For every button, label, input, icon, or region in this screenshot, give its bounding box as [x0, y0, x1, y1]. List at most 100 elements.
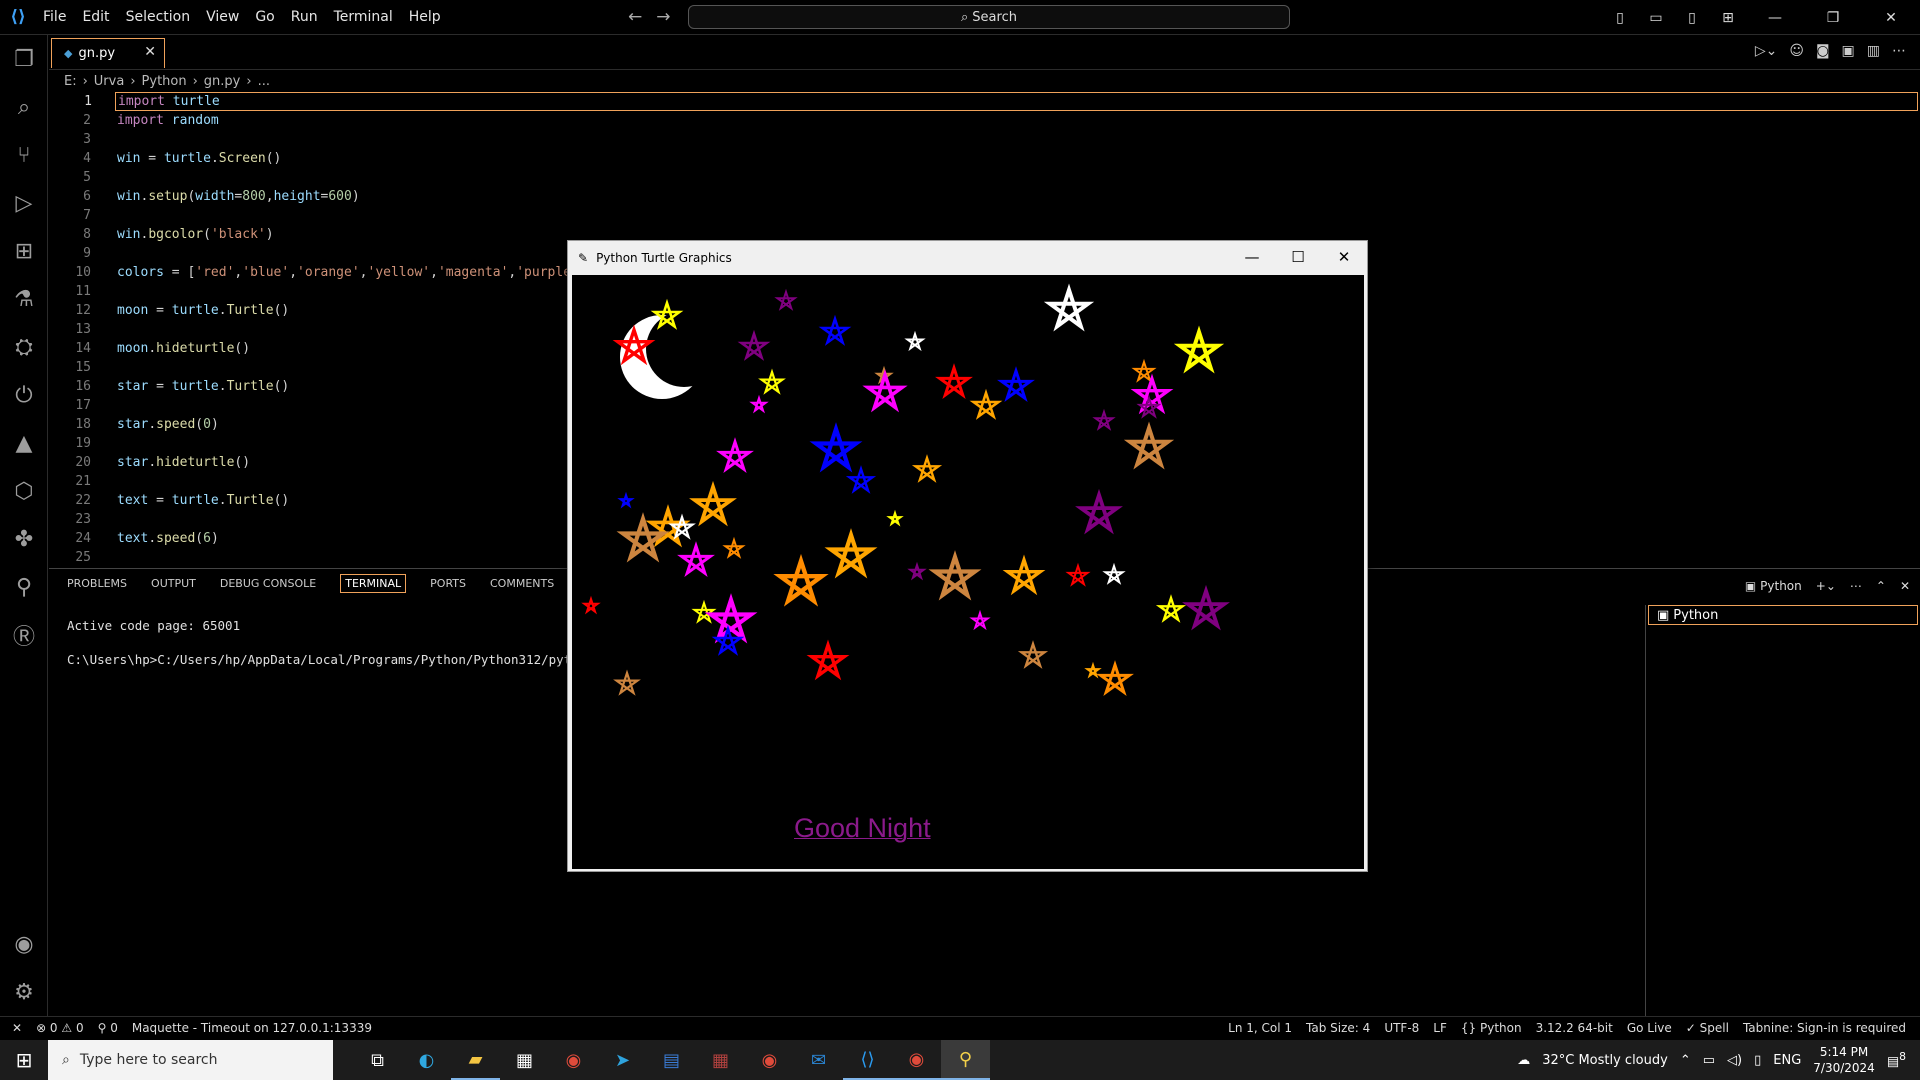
turtle-minimize-button[interactable]: — [1229, 241, 1275, 274]
open-changes-icon[interactable]: ▣ [1842, 43, 1855, 59]
status-item[interactable]: Tab Size: 4 [1306, 1021, 1370, 1035]
volume-icon[interactable]: ◁) [1727, 1053, 1742, 1068]
vscode-icon[interactable]: ⟨⟩ [843, 1040, 892, 1080]
toggle-panel-icon[interactable]: ▭ [1644, 10, 1668, 26]
code-line[interactable]: 5 [49, 168, 1920, 187]
panel-tab-debug-console[interactable]: DEBUG CONSOLE [220, 577, 316, 593]
restore-button[interactable]: ❐ [1810, 10, 1856, 26]
status-item[interactable]: UTF-8 [1384, 1021, 1419, 1035]
store-icon[interactable]: ▦ [500, 1040, 549, 1080]
notification-icon[interactable]: ▤8 [1887, 1050, 1906, 1069]
taskbar-search[interactable]: ⌕ Type here to search [48, 1040, 333, 1080]
breadcrumb-item[interactable]: E: [64, 74, 77, 89]
language[interactable]: ENG [1773, 1053, 1801, 1068]
menu-item-view[interactable]: View [206, 9, 239, 25]
status-item[interactable]: ✓ Spell [1686, 1021, 1729, 1035]
more-icon[interactable]: ⋯ [1850, 579, 1862, 593]
status-item[interactable]: ⚲ 0 [98, 1021, 118, 1035]
forward-arrow-icon[interactable]: → [656, 7, 670, 27]
code-line[interactable]: 2 import random [49, 111, 1920, 130]
winrar-icon[interactable]: ▦ [696, 1040, 745, 1080]
menu-item-terminal[interactable]: Terminal [334, 9, 393, 25]
status-item[interactable]: ✕ [12, 1021, 22, 1035]
status-item[interactable]: Tabnine: Sign-in is required [1743, 1021, 1906, 1035]
back-arrow-icon[interactable]: ← [628, 7, 642, 27]
network-icon[interactable]: ▭ [1703, 1053, 1715, 1068]
panel-tab-comments[interactable]: COMMENTS [490, 577, 554, 593]
clock[interactable]: 5:14 PM 7/30/2024 [1813, 1044, 1875, 1076]
cube-icon[interactable]: ⬡ [0, 467, 48, 515]
source-control-icon[interactable]: ⑂ [0, 131, 48, 179]
maximize-panel-icon[interactable]: ⌃ [1876, 579, 1886, 593]
python-icon[interactable]: ⚲ [0, 563, 48, 611]
breadcrumb-item[interactable]: Urva [94, 74, 125, 89]
menu-item-help[interactable]: Help [409, 9, 441, 25]
breadcrumb-item[interactable]: gn.py [204, 74, 241, 89]
breadcrumb-item[interactable]: ... [258, 74, 270, 89]
edge-icon[interactable]: ◐ [402, 1040, 451, 1080]
code-line[interactable]: 6 win.setup(width=800,height=600) [49, 187, 1920, 206]
terminal-list-item[interactable]: ▣ Python [1648, 605, 1918, 625]
remote-explorer-icon[interactable]: ⛭ [0, 323, 48, 371]
status-item[interactable]: ⊗ 0 ⚠ 0 [36, 1021, 84, 1035]
status-item[interactable]: LF [1433, 1021, 1447, 1035]
turtle-maximize-button[interactable]: ☐ [1275, 241, 1321, 274]
deploy-icon[interactable]: ▲ [0, 419, 48, 467]
toggle-secondary-sidebar-icon[interactable]: ▯ [1680, 10, 1704, 26]
menu-item-edit[interactable]: Edit [82, 9, 109, 25]
python-turtle-icon[interactable]: ⚲ [941, 1040, 990, 1080]
terminal-output[interactable]: Active code page: 65001 C:\Users\hp>C:/U… [67, 609, 609, 677]
chrome-3-icon[interactable]: ◉ [892, 1040, 941, 1080]
close-button[interactable]: ✕ [1868, 10, 1914, 26]
weather-text[interactable]: 32°C Mostly cloudy [1542, 1053, 1668, 1068]
menu-item-file[interactable]: File [43, 9, 66, 25]
tab-gn-py[interactable]: ◆ gn.py ✕ [51, 38, 165, 68]
status-item[interactable]: 3.12.2 64-bit [1536, 1021, 1613, 1035]
toggle-sidebar-icon[interactable]: ▯ [1608, 10, 1632, 26]
status-item[interactable]: Maquette - Timeout on 127.0.0.1:13339 [132, 1021, 372, 1035]
preview-icon[interactable]: ◙ [1816, 43, 1830, 59]
search-view-icon[interactable]: ⌕ [0, 83, 48, 131]
chrome-2-icon[interactable]: ◉ [745, 1040, 794, 1080]
split-editor-icon[interactable]: ▥ [1867, 43, 1880, 59]
code-line[interactable]: 1 import turtle [84, 92, 1918, 111]
terminal-name[interactable]: Python [1760, 579, 1802, 593]
file-explorer-icon[interactable]: ▰ [451, 1040, 500, 1080]
breadcrumb-item[interactable]: Python [142, 74, 187, 89]
command-center-search[interactable]: ⌕ Search [688, 5, 1290, 29]
turtle-graphics-window[interactable]: ✎ Python Turtle Graphics — ☐ ✕ Good Nigh… [567, 240, 1368, 872]
windows-start-icon[interactable]: ⊞ [0, 1040, 48, 1080]
app-icon[interactable]: ▤ [647, 1040, 696, 1080]
testing-icon[interactable]: ⚗ [0, 275, 48, 323]
copilot-icon[interactable]: ☺ [1789, 43, 1804, 59]
chrome-icon[interactable]: ◉ [549, 1040, 598, 1080]
telegram-icon[interactable]: ➤ [598, 1040, 647, 1080]
puzzle-icon[interactable]: ✤ [0, 515, 48, 563]
close-panel-icon[interactable]: ✕ [1900, 579, 1910, 593]
status-item[interactable]: {} Python [1461, 1021, 1522, 1035]
menu-item-selection[interactable]: Selection [126, 9, 191, 25]
r-icon[interactable]: Ⓡ [0, 611, 48, 659]
new-terminal-icon[interactable]: +⌄ [1816, 579, 1836, 593]
code-line[interactable]: 4 win = turtle.Screen() [49, 149, 1920, 168]
run-debug-icon[interactable]: ▷ [0, 179, 48, 227]
task-view-icon[interactable]: ⧉ [353, 1040, 402, 1080]
panel-tab-problems[interactable]: PROBLEMS [67, 577, 127, 593]
menu-item-run[interactable]: Run [291, 9, 318, 25]
account-icon[interactable]: ◉ [0, 920, 48, 968]
panel-tab-ports[interactable]: PORTS [430, 577, 466, 593]
menu-item-go[interactable]: Go [255, 9, 274, 25]
extensions-icon[interactable]: ⊞ [0, 227, 48, 275]
layout-icon[interactable]: ⊞ [1716, 10, 1740, 26]
battery-icon[interactable]: ▯ [1754, 1053, 1761, 1068]
turtle-close-button[interactable]: ✕ [1321, 241, 1367, 274]
minimize-button[interactable]: — [1752, 10, 1798, 26]
code-line[interactable]: 7 [49, 206, 1920, 225]
code-line[interactable]: 3 [49, 130, 1920, 149]
tray-chevron-icon[interactable]: ⌃ [1680, 1053, 1691, 1068]
explorer-icon[interactable]: ❐ [0, 35, 48, 83]
power-icon[interactable]: ⏻ [0, 371, 48, 419]
run-icon[interactable]: ▷⌄ [1755, 43, 1778, 59]
status-item[interactable]: Ln 1, Col 1 [1228, 1021, 1292, 1035]
more-actions-icon[interactable]: ⋯ [1892, 43, 1906, 59]
